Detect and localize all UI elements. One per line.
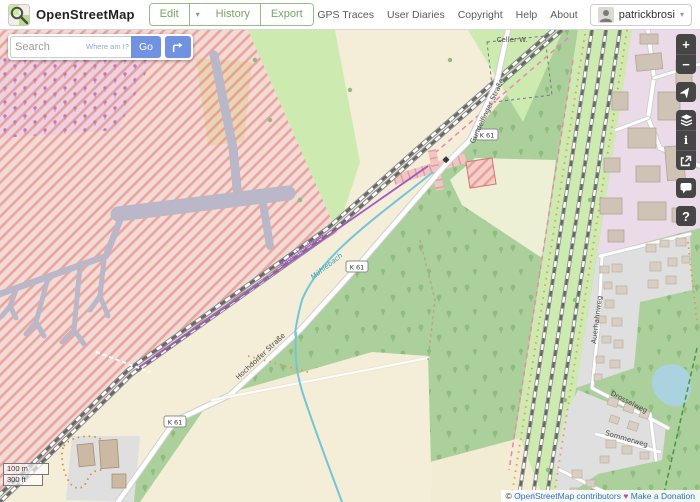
edit-button[interactable]: Edit <box>150 4 189 25</box>
gps-traces-link[interactable]: GPS Traces <box>317 9 374 21</box>
zoom-group: + − <box>676 34 696 74</box>
osm-logo-icon <box>8 4 30 26</box>
user-menu[interactable]: patrickbrosi ▾ <box>590 4 692 26</box>
share-icon <box>680 155 692 167</box>
donate-link[interactable]: Make a Donation <box>631 491 695 501</box>
road-ref-badge: K 61 <box>168 419 183 427</box>
add-note-button[interactable] <box>676 178 696 198</box>
scale-metric: 100 m <box>3 463 49 475</box>
attribution-bar: © OpenStreetMap contributors ♥ Make a Do… <box>501 490 700 502</box>
user-caret-icon: ▾ <box>680 10 684 19</box>
note-group <box>676 178 696 198</box>
layers-button[interactable] <box>676 110 696 130</box>
history-button[interactable]: History <box>206 4 260 25</box>
header-bar: OpenStreetMap Edit ▾ History Export GPS … <box>0 0 700 30</box>
directions-icon <box>171 40 185 54</box>
help-link[interactable]: Help <box>516 9 538 21</box>
locate-arrow-icon <box>680 86 692 98</box>
osm-contributors-link[interactable]: OpenStreetMap contributors <box>514 491 621 501</box>
copyright-symbol: © <box>506 491 515 501</box>
go-button[interactable]: Go <box>131 36 161 58</box>
road-ref-badge: K 61 <box>350 264 365 272</box>
share-button[interactable] <box>676 150 696 170</box>
search-panel: Where am I? Go <box>8 34 193 60</box>
copyright-link[interactable]: Copyright <box>458 9 503 21</box>
zoom-in-button[interactable]: + <box>676 34 696 54</box>
map-canvas[interactable]: K 61 K 61 K 61 Gundelfinger Straße Hochd… <box>0 0 700 502</box>
brand-title: OpenStreetMap <box>36 7 135 22</box>
road-ref-badge: K 61 <box>480 132 495 140</box>
brand[interactable]: OpenStreetMap <box>8 4 135 26</box>
username: patrickbrosi <box>619 9 675 21</box>
locate-group <box>676 82 696 102</box>
about-link[interactable]: About <box>550 9 577 21</box>
user-diaries-link[interactable]: User Diaries <box>387 9 445 21</box>
directions-button[interactable] <box>165 36 191 58</box>
map-controls: + − i <box>676 34 696 234</box>
zoom-out-button[interactable]: − <box>676 54 696 74</box>
layers-group: i <box>676 110 696 170</box>
avatar <box>598 7 614 23</box>
note-bubble-icon <box>680 182 692 194</box>
scale-control: 100 m 300 ft <box>3 463 49 486</box>
scale-imperial: 300 ft <box>3 475 43 486</box>
edit-caret-button[interactable]: ▾ <box>189 4 206 25</box>
heart-icon: ♥ <box>621 491 631 501</box>
locate-button[interactable] <box>676 82 696 102</box>
layers-icon <box>680 114 693 126</box>
header-nav-group: Edit ▾ History Export <box>149 3 314 26</box>
query-features-button[interactable]: ? <box>676 206 696 226</box>
header-links: GPS Traces User Diaries Copyright Help A… <box>317 9 577 21</box>
where-am-i-link[interactable]: Where am I? <box>86 42 129 51</box>
place-label-celler: Celler W. <box>497 36 528 44</box>
map-key-button[interactable]: i <box>676 130 696 150</box>
export-button[interactable]: Export <box>260 4 313 25</box>
query-group: ? <box>676 206 696 226</box>
